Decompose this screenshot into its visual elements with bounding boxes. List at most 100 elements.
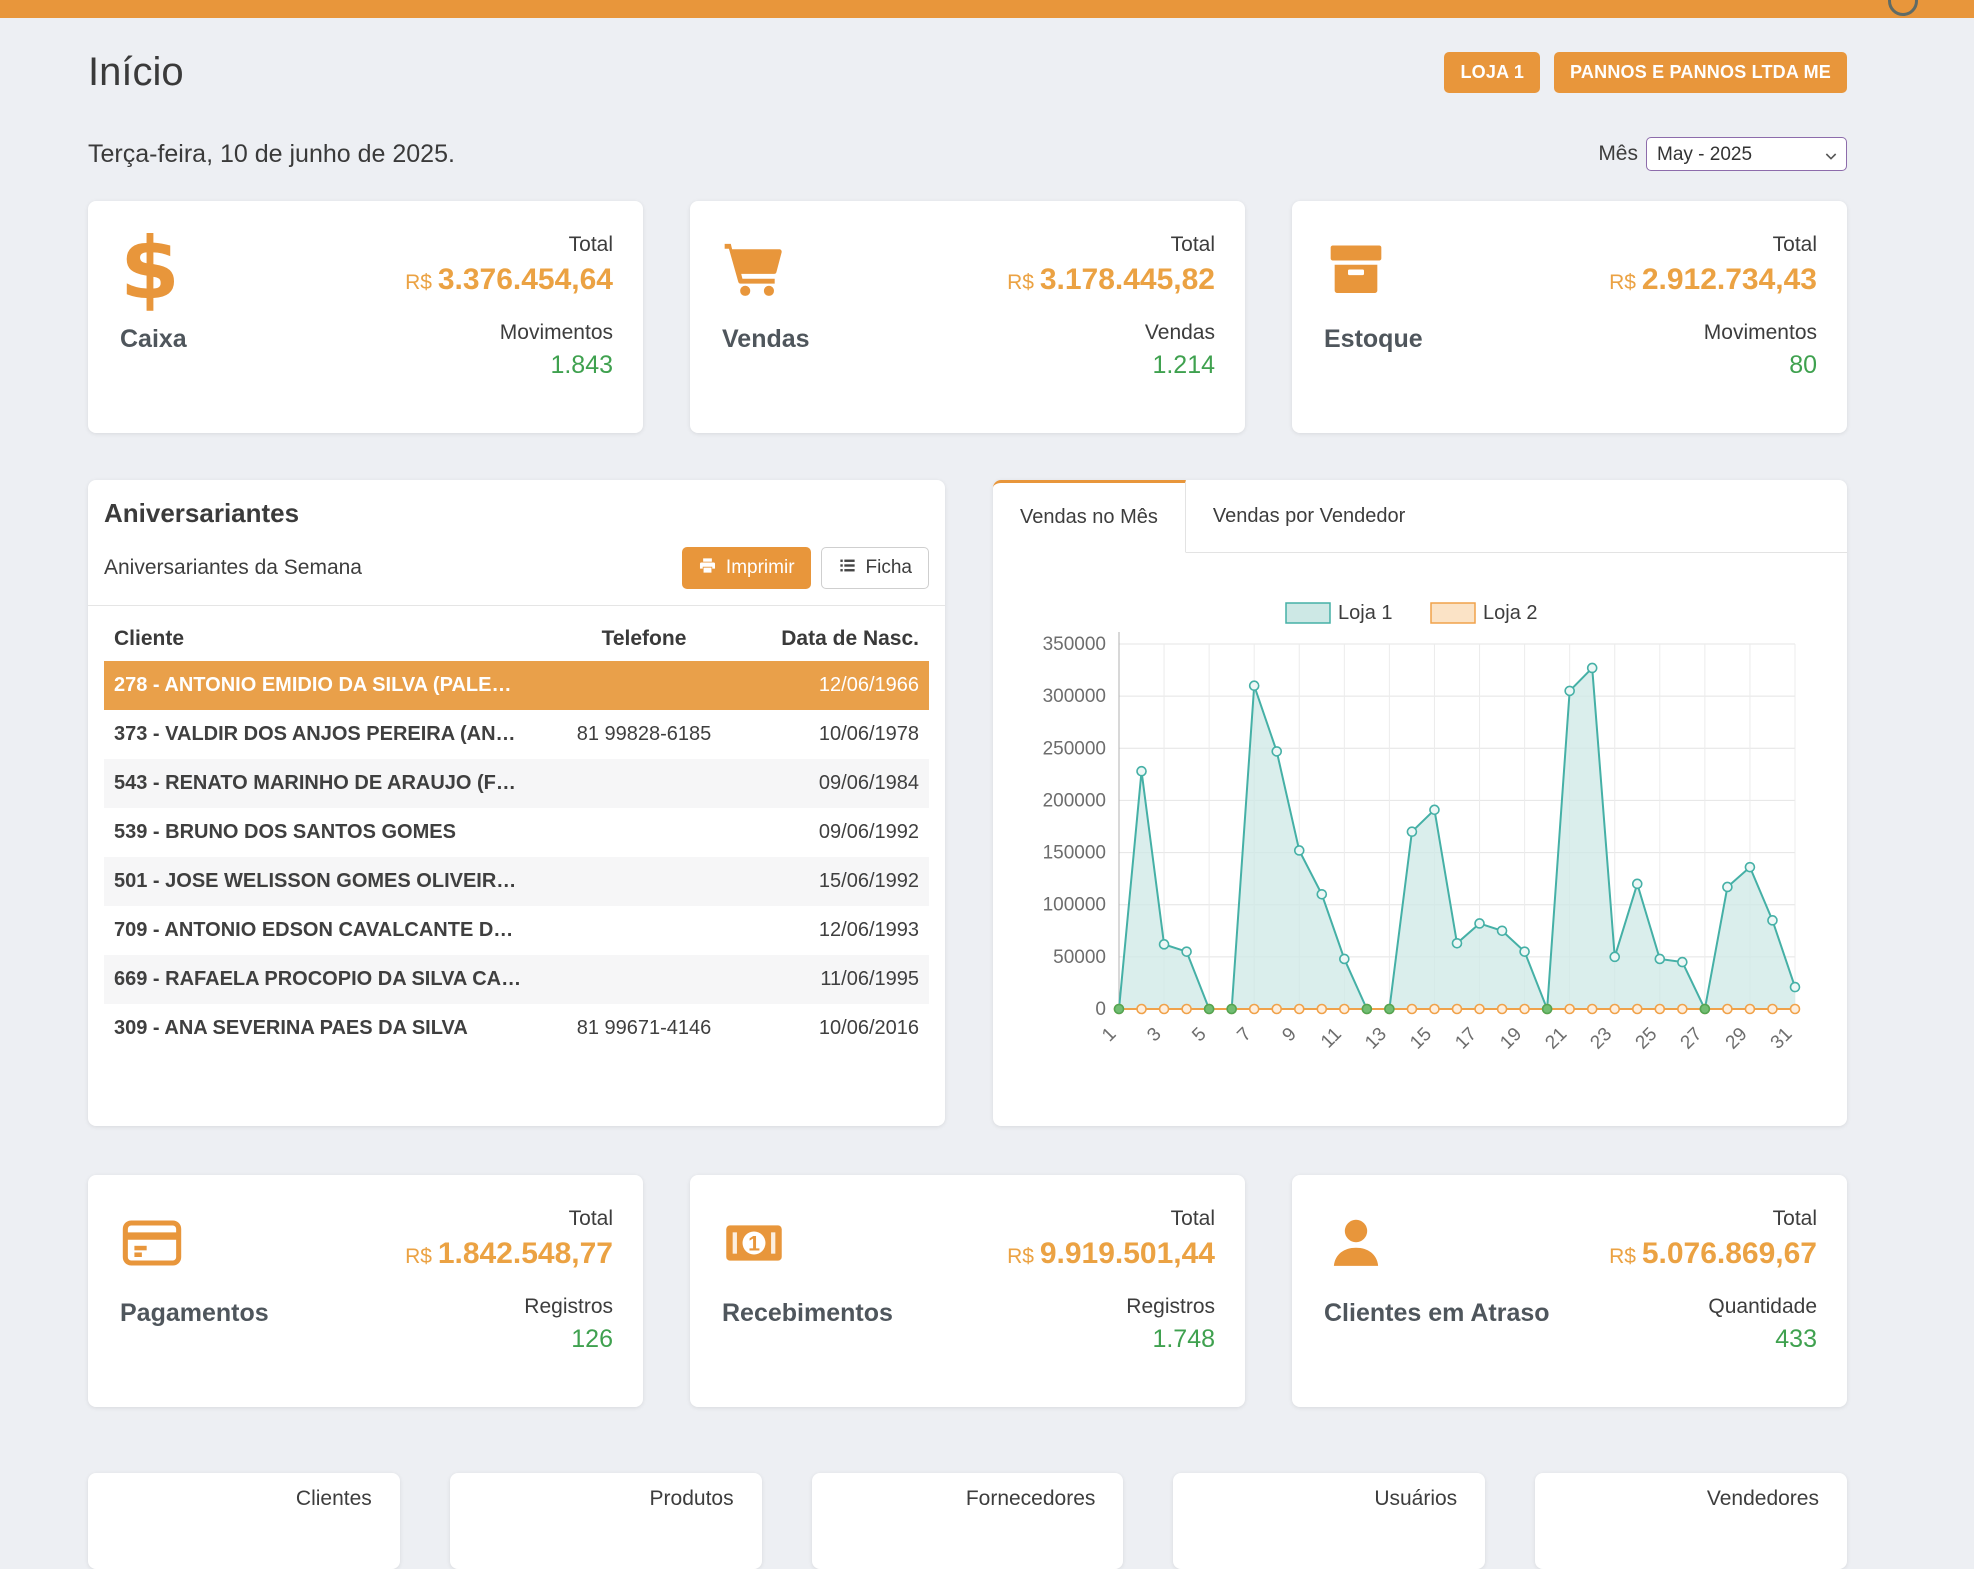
printer-icon [698,556,717,581]
svg-text:250000: 250000 [1043,738,1106,759]
stat-count-label: Movimentos [1609,321,1817,345]
total-amount: 1.842.548,77 [438,1237,613,1270]
stat-title: Pagamentos [120,1299,269,1328]
store-button[interactable]: LOJA 1 [1444,52,1540,93]
current-date: Terça-feira, 10 de junho de 2025. [88,140,455,169]
stat-count-value: 1.214 [1007,351,1215,380]
svg-text:0: 0 [1095,999,1106,1020]
stat-total-value: R$ 5.076.869,67 [1609,1237,1817,1271]
stat-count-label: Movimentos [405,321,613,345]
currency-prefix: R$ [1007,1245,1034,1268]
stat-total-value: R$ 9.919.501,44 [1007,1237,1215,1271]
birthday-row[interactable]: 278 - ANTONIO EMIDIO DA SILVA (PALE…12/0… [104,661,929,710]
birthdays-table-header: Cliente Telefone Data de Nasc. [104,610,929,661]
stat-right: TotalR$ 5.076.869,67Quantidade433 [1609,1207,1817,1381]
svg-text:31: 31 [1767,1024,1797,1054]
top-navbar [0,0,1974,18]
page-header: Início LOJA 1 PANNOS E PANNOS LTDA ME [88,50,1847,95]
month-label: Mês [1598,142,1638,166]
footer-card-label: Usuários [1173,1487,1457,1511]
birthday-nascimento: 15/06/1992 [754,857,929,906]
stat-count-label: Vendas [1007,321,1215,345]
footer-card-clientes[interactable]: Clientes [88,1473,400,1569]
svg-text:150000: 150000 [1043,843,1106,864]
birthday-nascimento: 11/06/1995 [754,955,929,1004]
sales-month-chart: 0500001000001500002000002500003000003500… [993,559,1847,1119]
month-picker: Mês May - 2025 [1598,137,1847,171]
stat-card-caixa: $CaixaTotalR$ 3.376.454,64Movimentos1.84… [88,201,643,433]
svg-text:300000: 300000 [1043,686,1106,707]
stat-left: Vendas [722,233,810,407]
stat-count-value: 126 [405,1325,613,1354]
stat-left: Clientes em Atraso [1324,1207,1550,1381]
dashboard-container: Início LOJA 1 PANNOS E PANNOS LTDA ME Te… [88,50,1847,1569]
svg-text:13: 13 [1361,1024,1391,1054]
sales-panel: Vendas no Mês Vendas por Vendedor 0 50000… [993,480,1847,1126]
footer-card-vendedores[interactable]: Vendedores [1535,1473,1847,1569]
birthday-nascimento: 09/06/1992 [754,808,929,857]
svg-text:Loja 1: Loja 1 [1338,602,1393,624]
user-avatar-icon[interactable] [1888,0,1918,16]
currency-prefix: R$ [405,1245,432,1268]
footer-card-usuarios[interactable]: Usuários [1173,1473,1485,1569]
birthday-nascimento: 10/06/2016 [754,1004,929,1053]
birthday-nascimento: 12/06/1993 [754,906,929,955]
birthday-row[interactable]: 539 - BRUNO DOS SANTOS GOMES 09/06/1992 [104,808,929,857]
stat-right: TotalR$ 3.376.454,64Movimentos1.843 [405,233,613,407]
tab-vendas-por-vendedor[interactable]: Vendas por Vendedor [1186,480,1432,552]
chart-area: 0500001000001500002000002500003000003500… [993,553,1847,1119]
column-telefone: Telefone [534,610,754,661]
total-amount: 5.076.869,67 [1642,1237,1817,1270]
stats-row-bottom: Pagamentos TotalR$ 1.842.548,77Registros1… [88,1175,1847,1407]
stat-card-estoque: Estoque TotalR$ 2.912.734,43Movimentos80 [1292,201,1847,433]
total-amount: 9.919.501,44 [1040,1237,1215,1270]
birthday-cliente: 539 - BRUNO DOS SANTOS GOMES [104,808,534,857]
middle-row: Aniversariantes Aniversariantes da Seman… [88,480,1847,1126]
birthday-nascimento: 10/06/1978 [754,710,929,759]
month-select[interactable]: May - 2025 [1646,137,1847,171]
stat-title: Vendas [722,325,810,354]
footer-card-fornecedores[interactable]: Fornecedores [812,1473,1124,1569]
date-row: Terça-feira, 10 de junho de 2025. Mês Ma… [88,137,1847,171]
stat-title: Estoque [1324,325,1423,354]
stat-left: Pagamentos [120,1207,269,1381]
stat-card-vendas: VendasTotalR$ 3.178.445,82Vendas1.214 [690,201,1245,433]
print-button[interactable]: Imprimir [682,547,811,589]
birthday-telefone [534,857,754,906]
birthday-telefone [534,906,754,955]
footer-cards-row: Clientes Produtos Fornecedores Usuários Vend… [88,1473,1847,1569]
page-title: Início [88,50,184,95]
stat-right: TotalR$ 2.912.734,43Movimentos80 [1609,233,1817,407]
birthday-row[interactable]: 669 - RAFAELA PROCOPIO DA SILVA CA…11/06… [104,955,929,1004]
currency-prefix: R$ [405,271,432,294]
svg-text:25: 25 [1632,1024,1662,1054]
stat-card-clientes-em-atraso: Clientes em Atraso TotalR$ 5.076.869,67Qu… [1292,1175,1847,1407]
column-nascimento: Data de Nasc. [754,610,929,661]
tab-vendas-no-mes[interactable]: Vendas no Mês [993,480,1186,553]
stat-title: Clientes em Atraso [1324,1299,1550,1328]
svg-text:21: 21 [1541,1024,1571,1054]
column-cliente: Cliente [104,610,534,661]
ficha-button[interactable]: Ficha [821,547,929,589]
birthday-row[interactable]: 309 - ANA SEVERINA PAES DA SILVA81 99671… [104,1004,929,1053]
birthday-cliente: 543 - RENATO MARINHO DE ARAUJO (F… [104,759,534,808]
company-button[interactable]: PANNOS E PANNOS LTDA ME [1554,52,1847,93]
birthday-row[interactable]: 543 - RENATO MARINHO DE ARAUJO (F…09/06/… [104,759,929,808]
stat-right: TotalR$ 1.842.548,77Registros126 [405,1207,613,1381]
person-icon [1324,1207,1550,1279]
stat-right: TotalR$ 3.178.445,82Vendas1.214 [1007,233,1215,407]
stat-title: Recebimentos [722,1299,893,1328]
birthday-row[interactable]: 709 - ANTONIO EDSON CAVALCANTE D… 12/06/1… [104,906,929,955]
svg-text:1: 1 [1098,1024,1120,1046]
stat-total-value: R$ 1.842.548,77 [405,1237,613,1271]
dollar-icon: $ [120,233,187,305]
footer-card-produtos[interactable]: Produtos [450,1473,762,1569]
svg-text:50000: 50000 [1053,947,1106,968]
cart-icon [722,233,810,305]
divider [88,605,945,606]
svg-text:200000: 200000 [1043,790,1106,811]
stat-total-value: R$ 3.178.445,82 [1007,263,1215,297]
birthday-row[interactable]: 501 - JOSE WELISSON GOMES OLIVEIR…15/06/… [104,857,929,906]
birthday-cliente: 709 - ANTONIO EDSON CAVALCANTE D… [104,906,534,955]
birthday-row[interactable]: 373 - VALDIR DOS ANJOS PEREIRA (AN…81 99… [104,710,929,759]
